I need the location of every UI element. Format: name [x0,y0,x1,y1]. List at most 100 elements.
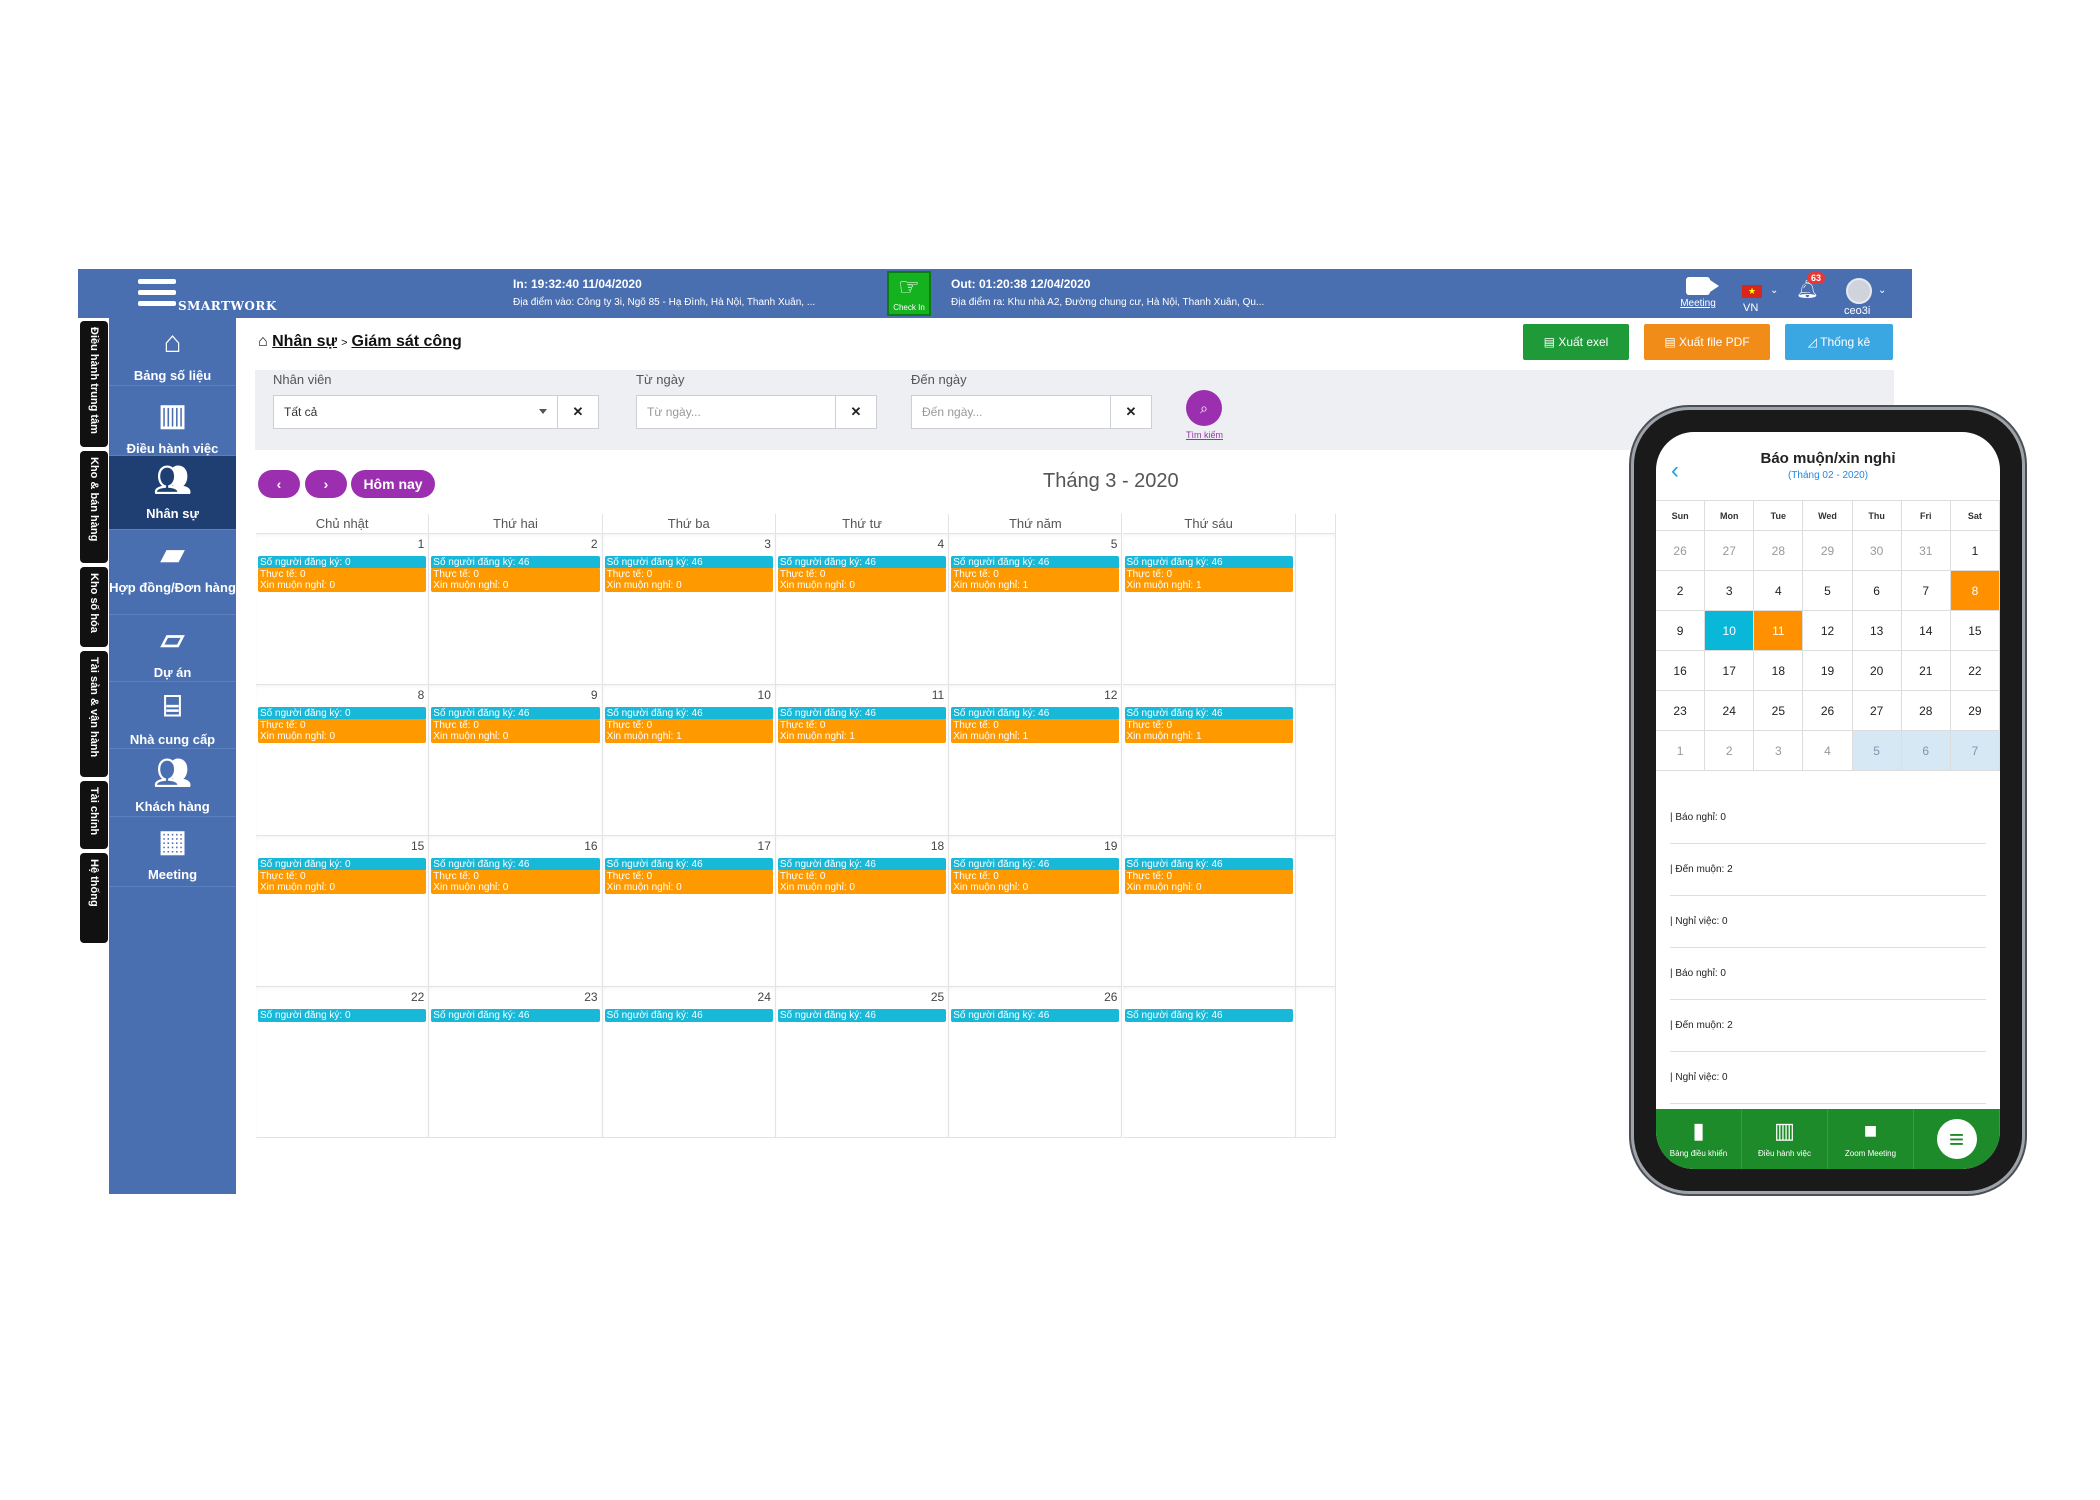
user-chevron-down-icon[interactable]: ⌄ [1878,285,1886,296]
calendar-day-cell[interactable]: 3 Số người đăng ký: 46 Thực tế: 0 Xin muộn … [602,534,776,685]
phone-calendar-day[interactable]: 22 [1950,651,2000,691]
sidebar-item[interactable]: ▰ Hợp đồng/Đơn hàng [109,530,236,615]
phone-calendar-day[interactable]: 26 [1656,531,1706,571]
phone-calendar-day[interactable]: 10 [1705,611,1755,651]
phone-calendar-day[interactable]: 16 [1656,651,1706,691]
late-leave-count-badge[interactable]: Xin muộn nghỉ: 0 [431,730,600,743]
registered-count-badge[interactable]: Số người đăng ký: 46 [777,1009,947,1022]
phone-calendar-day[interactable]: 8 [1950,571,2000,611]
phone-calendar-day[interactable]: 29 [1950,691,2000,731]
phone-calendar-day[interactable]: 1 [1656,731,1706,771]
calendar-day-cell[interactable]: 24 Số người đăng ký: 46 [602,987,776,1138]
late-leave-count-badge[interactable]: Xin muộn nghỉ: 1 [777,730,947,743]
phone-calendar-day[interactable]: 24 [1705,691,1755,731]
registered-count-badge[interactable]: Số người đăng ký: 46 [431,1009,600,1022]
phone-calendar-day[interactable]: 19 [1803,651,1853,691]
phone-nav-item[interactable]: ■ Zoom Meeting [1828,1109,1914,1169]
late-leave-count-badge[interactable]: Xin muộn nghỉ: 0 [777,881,947,894]
phone-calendar-day[interactable]: 28 [1754,531,1804,571]
phone-calendar-day[interactable]: 18 [1754,651,1804,691]
phone-calendar-day[interactable]: 2 [1656,571,1706,611]
vertical-tab[interactable]: Hệ thống [80,853,108,943]
phone-calendar-day[interactable]: 9 [1656,611,1706,651]
search-label[interactable]: Tìm kiếm [1186,430,1223,440]
phone-calendar-day[interactable]: 3 [1754,731,1804,771]
registered-count-badge[interactable]: Số người đăng ký: 46 [604,1009,773,1022]
calendar-day-cell[interactable]: 17 Số người đăng ký: 46 Thực tế: 0 Xin muộn… [602,836,776,987]
phone-calendar-day[interactable]: 7 [1950,731,2000,771]
late-leave-count-badge[interactable]: Xin muộn nghỉ: 0 [604,579,773,592]
phone-calendar-day[interactable]: 1 [1950,531,2000,571]
late-leave-count-badge[interactable]: Xin muộn nghỉ: 0 [951,881,1120,894]
calendar-day-cell[interactable]: 18 Số người đăng ký: 46 Thực tế: 0 Xin muộn… [775,836,950,987]
vertical-tab[interactable]: Kho số hóa [80,567,108,647]
phone-calendar-day[interactable]: 27 [1705,531,1755,571]
phone-nav-item[interactable]: ≡ [1914,1109,2000,1169]
statistics-button[interactable]: ◿ Thống kê [1785,324,1893,360]
late-leave-count-badge[interactable]: Xin muộn nghỉ: 1 [951,579,1120,592]
phone-calendar-day[interactable]: 29 [1803,531,1853,571]
vertical-tab[interactable]: Kho & bán hàng [80,451,108,563]
late-leave-count-badge[interactable]: Xin muộn nghỉ: 0 [604,881,773,894]
phone-calendar-day[interactable]: 14 [1901,611,1951,651]
from-date-input[interactable]: Từ ngày... [636,395,836,429]
late-leave-count-badge[interactable]: Xin muộn nghỉ: 0 [777,579,947,592]
late-leave-count-badge[interactable]: Xin muộn nghỉ: 0 [258,579,427,592]
vertical-tab[interactable]: Tài sản & vận hành [80,651,108,777]
calendar-day-cell[interactable]: 4 Số người đăng ký: 46 Thực tế: 0 Xin muộn … [775,534,950,685]
phone-calendar-day[interactable]: 15 [1950,611,2000,651]
phone-calendar-day[interactable]: 13 [1852,611,1902,651]
registered-count-badge[interactable]: Số người đăng ký: 0 [258,1009,427,1022]
calendar-day-cell[interactable]: 16 Số người đăng ký: 46 Thực tế: 0 Xin muộn… [429,836,603,987]
phone-calendar-day[interactable]: 11 [1754,611,1804,651]
late-leave-count-badge[interactable]: Xin muộn nghỉ: 0 [258,881,427,894]
breadcrumb-root[interactable]: Nhân sự [272,333,337,350]
phone-calendar-day[interactable]: 6 [1901,731,1951,771]
phone-calendar-day[interactable]: 17 [1705,651,1755,691]
phone-calendar-day[interactable]: 28 [1901,691,1951,731]
language-label[interactable]: VN [1743,302,1758,314]
phone-calendar-day[interactable]: 6 [1852,571,1902,611]
phone-calendar-day[interactable]: 20 [1852,651,1902,691]
phone-calendar-day[interactable]: 25 [1754,691,1804,731]
phone-calendar-day[interactable]: 26 [1803,691,1853,731]
calendar-day-cell[interactable]: 23 Số người đăng ký: 46 [429,987,603,1138]
late-leave-count-badge[interactable]: Xin muộn nghỉ: 0 [258,730,427,743]
calendar-day-cell[interactable]: Số người đăng ký: 46 Thực tế: 0 Xin muộn n… [1122,534,1296,685]
to-date-input[interactable]: Đến ngày... [911,395,1111,429]
vietnam-flag-icon[interactable]: ★ [1742,285,1762,298]
avatar[interactable] [1846,278,1872,304]
calendar-day-cell[interactable]: 26 Số người đăng ký: 46 [949,987,1123,1138]
registered-count-badge[interactable]: Số người đăng ký: 46 [1124,1009,1293,1022]
late-leave-count-badge[interactable]: Xin muộn nghỉ: 1 [604,730,773,743]
employee-clear-button[interactable]: ✕ [557,395,599,429]
phone-calendar-day[interactable]: 4 [1754,571,1804,611]
calendar-day-cell[interactable]: Số người đăng ký: 46 Thực tế: 0 Xin muộn n… [1122,836,1296,987]
search-button[interactable]: ⌕ [1186,390,1222,426]
calendar-day-cell[interactable]: Số người đăng ký: 46 Thực tế: 0 Xin muộn n… [1122,685,1296,836]
calendar-day-cell[interactable]: 1 Số người đăng ký: 0 Thực tế: 0 Xin muộn n… [256,534,430,685]
to-date-clear-button[interactable]: ✕ [1110,395,1152,429]
sidebar-item[interactable]: ▦ Meeting [109,817,236,887]
sidebar-item[interactable]: 👥︎ Khách hàng [109,749,236,817]
late-leave-count-badge[interactable]: Xin muộn nghỉ: 0 [431,881,600,894]
calendar-day-cell[interactable]: 10 Số người đăng ký: 46 Thực tế: 0 Xin muộn… [602,685,776,836]
late-leave-count-badge[interactable]: Xin muộn nghỉ: 1 [1124,730,1293,743]
export-pdf-button[interactable]: ▤ Xuất file PDF [1644,324,1770,360]
phone-calendar-day[interactable]: 30 [1852,531,1902,571]
calendar-day-cell[interactable]: 5 Số người đăng ký: 46 Thực tế: 0 Xin muộn … [949,534,1123,685]
registered-count-badge[interactable]: Số người đăng ký: 46 [951,1009,1120,1022]
sidebar-item[interactable]: ▥ Điều hành việc [109,391,236,456]
phone-calendar-day[interactable]: 23 [1656,691,1706,731]
phone-calendar-day[interactable]: 3 [1705,571,1755,611]
calendar-day-cell[interactable]: 9 Số người đăng ký: 46 Thực tế: 0 Xin muộn … [429,685,603,836]
calendar-day-cell[interactable]: Số người đăng ký: 46 [1122,987,1296,1138]
late-leave-count-badge[interactable]: Xin muộn nghỉ: 0 [431,579,600,592]
from-date-clear-button[interactable]: ✕ [835,395,877,429]
late-leave-count-badge[interactable]: Xin muộn nghỉ: 1 [951,730,1120,743]
check-in-button[interactable]: ☞ Check In [887,271,931,316]
calendar-day-cell[interactable]: 22 Số người đăng ký: 0 [256,987,430,1138]
phone-calendar-day[interactable]: 5 [1803,571,1853,611]
vertical-tab[interactable]: Điều hành trung tâm [80,321,108,447]
phone-nav-item[interactable]: ▮ Bảng điều khiển [1656,1109,1742,1169]
